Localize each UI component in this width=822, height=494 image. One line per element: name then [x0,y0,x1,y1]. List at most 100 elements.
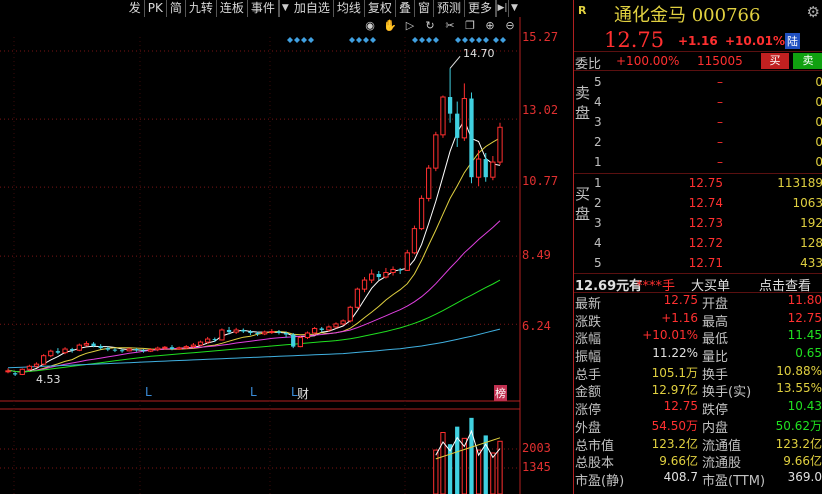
toolbar-button[interactable]: 复权 [365,0,396,17]
order-book-row[interactable]: 2 12.74 1063 [594,193,822,213]
candle-body [105,348,110,350]
stat-value: 123.2亿 [775,436,822,451]
toolbar-button[interactable]: 预测 [434,0,465,17]
dropdown-arrow-icon[interactable]: ▼ [508,0,520,17]
order-book-price: 12.71 [688,256,723,270]
order-book-row[interactable]: 4 – 0 [594,92,822,112]
hand-icon[interactable]: ✋ [382,19,398,33]
candle-body [33,363,40,367]
order-book-row[interactable]: 5 12.71 433 [594,253,822,273]
candle-body [112,349,118,351]
candle-body [212,339,217,341]
scissors-icon[interactable]: ✂ [442,19,458,33]
stat-row: 总市值 123.2亿 流通值 123.2亿 [574,435,822,454]
copy-icon[interactable]: ❐ [462,19,478,33]
order-book-row[interactable]: 5 – 0 [594,72,822,92]
stat-row: 振幅 11.22% 量比 0.65 [574,346,822,365]
candle-body [169,347,175,350]
order-book-row[interactable]: 3 – 0 [594,112,822,132]
candle-body [304,332,311,339]
dropdown-arrow-icon[interactable]: ▼ [278,0,291,17]
toolbar-button[interactable]: 连板 [217,0,248,17]
candle-body [269,330,275,333]
candle-body [483,159,488,178]
stat-value: 12.97亿 [651,383,698,398]
event-mark[interactable]: L [250,385,257,399]
stat-label: 开盘 [702,297,729,312]
signal-diamond [426,37,432,43]
toolbar-button[interactable]: 事件 [248,0,279,17]
order-book-row[interactable]: 1 – 0 [594,152,822,172]
candle-body [26,365,33,370]
candle-body [461,98,467,139]
sell-button[interactable]: 卖 [793,53,822,69]
gear-icon[interactable]: ⚙ [807,3,820,21]
stat-label: 市盈(静) [575,473,625,489]
candle-body [283,333,289,335]
toolbar-button[interactable]: 叠 [396,0,415,17]
y-tick-label: 8.49 [522,248,551,262]
order-book-price: – [717,115,723,129]
expand-right-icon[interactable]: ▶| [496,0,508,17]
toolbar-button[interactable]: 均线 [334,0,365,17]
connect-badge[interactable]: 陆 [785,33,800,49]
stat-value: 11.22% [652,346,698,361]
signal-diamond [301,37,307,43]
toolbar-button[interactable]: 九转 [186,0,217,17]
stat-label: 内盘 [702,420,729,436]
stock-title: 通化金马 000766 [614,5,761,26]
buy-button[interactable]: 买 [761,53,789,69]
add-circle-icon[interactable]: ⊕ [482,19,498,33]
stats-table: 最新 12.75 开盘 11.80 涨跌 +1.16 最高 12.75 涨幅 +10.01% 最低 1… [574,293,822,489]
candle-body [426,167,432,199]
signal-diamond [294,37,300,43]
big-order-view-link[interactable]: 点击查看 [759,275,811,294]
y-tick-label: 6.24 [522,319,551,333]
last-price: 12.75 [604,28,665,52]
kline-chart[interactable]: ◉ ✋ ▷ ↻ ✂ ❐ ⊕ ⊖ 15.27 13.02 10.77 8.49 6… [0,17,572,494]
candle-body [398,269,403,271]
stat-label: 最新 [575,297,602,312]
stat-value: +10.01% [642,328,698,343]
stat-value: 50.62万 [775,418,822,433]
order-book-vol: 1063 [792,196,822,210]
candle-body [197,341,204,346]
kline-canvas[interactable] [0,17,572,494]
candle-body [76,344,82,351]
toolbar-button[interactable]: 发 [126,0,145,17]
order-book-level: 2 [594,196,602,210]
high-note-connector [449,55,461,69]
candle-body [91,343,96,347]
signal-diamond [308,37,314,43]
candle-body [147,349,154,352]
order-book-row[interactable]: 3 12.73 192 [594,213,822,233]
high-price-note: 14.70 [463,47,495,60]
candle-body [226,329,232,333]
candle-body [433,134,439,169]
eye-icon[interactable]: ◉ [362,19,378,33]
order-book-level: 1 [594,155,602,169]
moving-average-line [7,279,501,373]
candle-body [19,368,25,375]
dragon-tiger-list-mark[interactable]: 榜 [494,385,507,401]
minus-circle-icon[interactable]: ⊖ [502,19,518,33]
order-book-level: 3 [594,216,602,230]
stat-label: 涨跌 [575,314,602,330]
event-mark[interactable]: L [145,385,152,399]
stat-value: 12.75 [787,310,822,325]
order-book-level: 2 [594,135,602,149]
toolbar-button[interactable]: 加自选 [291,0,334,17]
refresh-icon[interactable]: ↻ [422,19,438,33]
candle-body [5,370,11,373]
toolbar-button[interactable]: 更多 [465,0,496,17]
toolbar-button[interactable]: 窗 [415,0,434,17]
signal-diamond [349,37,355,43]
stat-label: 涨停 [575,403,602,419]
toolbar-button[interactable]: 简 [167,0,186,17]
toolbar-button[interactable]: PK [145,0,167,17]
financial-report-mark[interactable]: 财 [297,385,309,402]
order-book-row[interactable]: 2 – 0 [594,132,822,152]
order-book-row[interactable]: 1 12.75 113189 [594,173,822,193]
order-book-row[interactable]: 4 12.72 128 [594,233,822,253]
play-icon[interactable]: ▷ [402,19,418,33]
